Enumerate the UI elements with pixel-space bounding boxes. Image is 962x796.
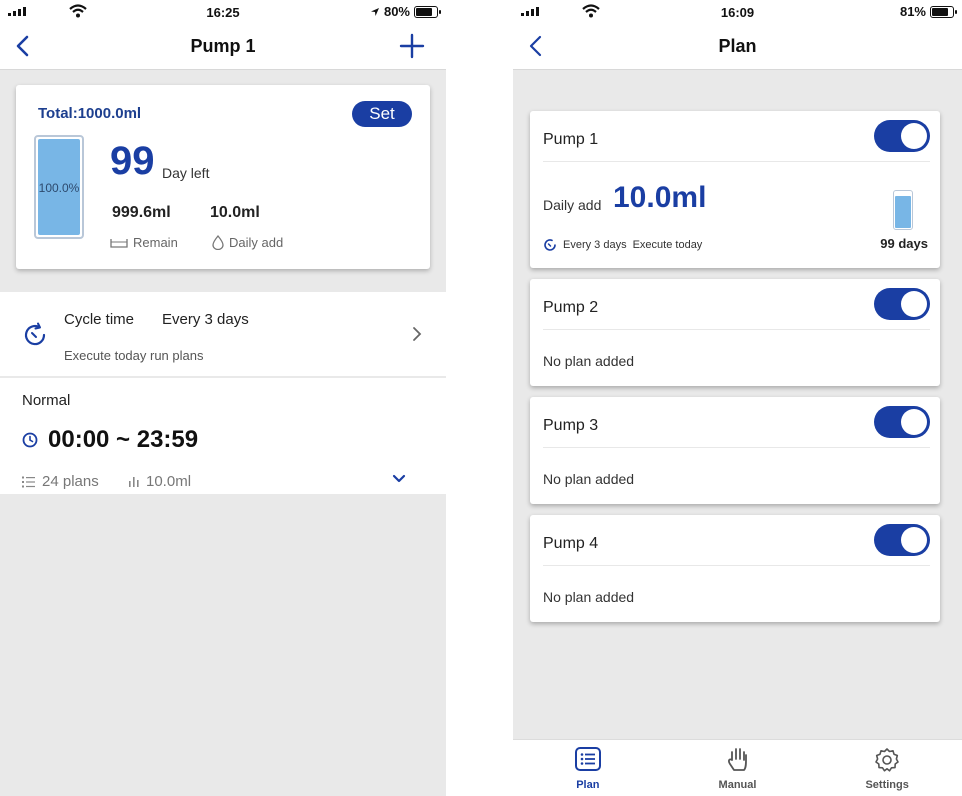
container-icon [110, 238, 128, 248]
nav-bar: Plan [513, 24, 962, 70]
remain-label: Remain [133, 235, 178, 250]
daily-add-label: Daily add [229, 235, 284, 250]
pump-name: Pump 2 [543, 299, 599, 316]
schedule-execute: Execute today [632, 239, 703, 251]
chevron-right-icon [413, 327, 422, 341]
pump-card-4[interactable]: Pump 4 No plan added [530, 515, 940, 622]
schedule-frequency: Every 3 days [563, 239, 627, 251]
page-title: Pump 1 [190, 36, 256, 56]
toggle-knob [901, 291, 927, 317]
battery-icon [414, 5, 441, 18]
pump-name: Pump 3 [543, 417, 599, 434]
tank-summary-card: Total:1000.0ml Set 100.0% 99 Day left 99… [16, 85, 430, 269]
days-left-label: Day left [162, 165, 210, 181]
pump-card-1[interactable]: Pump 1 Daily add 10.0ml Every 3 days Exe… [530, 111, 940, 268]
gear-icon [875, 748, 899, 772]
divider [543, 447, 930, 448]
list-icon [22, 476, 35, 487]
clock-icon [22, 432, 38, 448]
plans-count: 24 plans [42, 473, 99, 490]
cycle-time-label: Cycle time [64, 311, 135, 328]
pump-name: Pump 1 [543, 131, 599, 148]
toggle-knob [901, 409, 927, 435]
pump-4-toggle[interactable] [874, 524, 930, 556]
pump-name: Pump 4 [543, 535, 599, 552]
tab-manual[interactable]: Manual [663, 740, 813, 796]
bar-chart-icon [129, 476, 139, 487]
divider [543, 329, 930, 330]
tank-level-fill [895, 195, 911, 228]
status-bar: 16:25 80% [0, 0, 446, 24]
remain-value: 999.6ml [112, 204, 171, 221]
battery-percent: 80% [383, 4, 410, 19]
page-title: Plan [718, 36, 757, 56]
hand-icon [727, 748, 747, 771]
total-volume: Total:1000.0ml [38, 105, 142, 122]
time-range: 00:00 ~ 23:59 [48, 426, 199, 453]
toggle-knob [901, 123, 927, 149]
cycle-time-row[interactable]: Cycle time Every 3 days Execute today ru… [0, 292, 446, 376]
divider [543, 161, 930, 162]
days-left: 99 days [880, 236, 928, 251]
battery-icon [930, 5, 957, 18]
tab-plan[interactable]: Plan [513, 740, 663, 796]
status-bar: 16:09 81% [513, 0, 962, 24]
add-plus-icon[interactable] [398, 32, 426, 60]
volume-row: 10.0ml [128, 473, 191, 490]
toggle-knob [901, 527, 927, 553]
nav-bar: Pump 1 [0, 24, 446, 70]
pump-2-toggle[interactable] [874, 288, 930, 320]
chevron-down-icon[interactable] [392, 474, 406, 484]
cycle-time-value: Every 3 days [162, 311, 249, 328]
tab-settings[interactable]: Settings [812, 740, 962, 796]
pump-card-2[interactable]: Pump 2 No plan added [530, 279, 940, 386]
no-plan-text: No plan added [543, 589, 635, 605]
mode-block: Normal 00:00 ~ 23:59 24 plans 10.0ml [0, 378, 446, 494]
pump-detail-screen: 16:25 80% Pump 1 Total:1000.0ml Set 100.… [0, 0, 446, 796]
no-plan-text: No plan added [543, 471, 635, 487]
plan-screen: 16:09 81% Plan Pump 1 Daily add 10.0ml E… [513, 0, 962, 796]
tab-plan-label: Plan [576, 779, 600, 791]
cycle-time-subtitle: Execute today run plans [64, 348, 204, 363]
pump-3-toggle[interactable] [874, 406, 930, 438]
tank-percent: 100.0% [38, 181, 80, 195]
volume-value: 10.0ml [146, 473, 192, 490]
schedule-row: Every 3 days Execute today [543, 238, 702, 252]
remain-label-row: Remain [110, 235, 178, 250]
daily-add-value: 10.0ml [613, 181, 707, 214]
tab-manual-label: Manual [718, 779, 757, 791]
water-drop-icon [212, 235, 224, 250]
mode-name: Normal [22, 392, 71, 409]
daily-add-value: 10.0ml [210, 204, 260, 221]
days-left-value: 99 [110, 139, 155, 183]
plan-list-icon [574, 747, 601, 771]
battery-percent: 81% [899, 4, 926, 19]
bottom-tab-bar: Plan Manual Settings [513, 739, 962, 796]
status-time: 16:09 [720, 5, 755, 20]
tank-gauge [893, 190, 913, 230]
plans-count-row: 24 plans [22, 473, 99, 490]
pump-1-toggle[interactable] [874, 120, 930, 152]
divider [543, 565, 930, 566]
no-plan-text: No plan added [543, 353, 635, 369]
daily-add-label-row: Daily add [212, 235, 283, 250]
cycle-timer-icon [544, 239, 556, 251]
tab-settings-label: Settings [865, 779, 909, 791]
tank-gauge: 100.0% [34, 135, 84, 239]
pump-card-3[interactable]: Pump 3 No plan added [530, 397, 940, 504]
cycle-timer-icon [24, 322, 46, 346]
set-button[interactable]: Set [352, 101, 412, 127]
daily-add-label: Daily add [543, 197, 602, 213]
location-arrow-icon [370, 7, 379, 16]
